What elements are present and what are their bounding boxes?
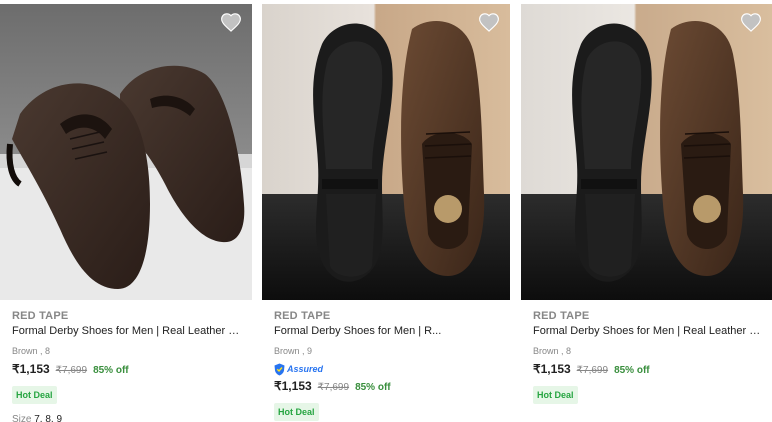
product-image[interactable] xyxy=(262,4,510,300)
wishlist-heart-icon[interactable] xyxy=(220,12,242,32)
product-info: RED TAPE Formal Derby Shoes for Men | Re… xyxy=(533,309,764,404)
hot-deal-badge: Hot Deal xyxy=(274,403,319,421)
hot-deal-badge: Hot Deal xyxy=(533,386,578,404)
price-row: ₹1,153 ₹7,699 85% off xyxy=(533,362,764,378)
discount-percent: 85% off xyxy=(355,382,391,393)
product-brand: RED TAPE xyxy=(12,310,69,322)
product-title[interactable]: Formal Derby Shoes for Men | Real Leathe… xyxy=(533,323,764,339)
size-label: Size xyxy=(12,414,32,422)
size-values: 7, 8, 9 xyxy=(34,414,63,422)
selling-price: ₹1,153 xyxy=(12,362,50,376)
product-image[interactable] xyxy=(521,4,772,300)
product-title[interactable]: Formal Derby Shoes for Men | Real Leathe… xyxy=(12,323,244,339)
product-info: RED TAPE Formal Derby Shoes for Men | Re… xyxy=(12,309,244,422)
product-info: RED TAPE Formal Derby Shoes for Men | R.… xyxy=(274,309,502,421)
product-variant: Brown , 8 xyxy=(533,346,572,356)
selling-price: ₹1,153 xyxy=(274,379,312,393)
assured-label: Assured xyxy=(287,364,324,374)
original-price: ₹7,699 xyxy=(317,382,350,393)
hot-deal-badge: Hot Deal xyxy=(12,386,57,404)
price-row: ₹1,153 ₹7,699 85% off xyxy=(12,362,244,378)
assured-badge: Assured xyxy=(274,362,502,376)
product-image[interactable] xyxy=(0,4,252,300)
product-brand: RED TAPE xyxy=(533,310,590,322)
discount-percent: 85% off xyxy=(93,365,129,376)
product-card[interactable]: RED TAPE Formal Derby Shoes for Men | R.… xyxy=(262,0,510,422)
discount-percent: 85% off xyxy=(614,365,650,376)
original-price: ₹7,699 xyxy=(55,365,88,376)
product-variant: Brown , 9 xyxy=(274,346,313,356)
size-options: Size 7, 8, 9 xyxy=(12,414,244,422)
wishlist-heart-icon[interactable] xyxy=(740,12,762,32)
product-variant: Brown , 8 xyxy=(12,346,51,356)
product-card[interactable]: RED TAPE Formal Derby Shoes for Men | Re… xyxy=(0,0,252,422)
assured-shield-icon xyxy=(274,363,285,375)
original-price: ₹7,699 xyxy=(576,365,609,376)
wishlist-heart-icon[interactable] xyxy=(478,12,500,32)
product-brand: RED TAPE xyxy=(274,310,331,322)
selling-price: ₹1,153 xyxy=(533,362,571,376)
product-title[interactable]: Formal Derby Shoes for Men | R... xyxy=(274,323,502,339)
price-row: ₹1,153 ₹7,699 85% off xyxy=(274,379,502,395)
product-card[interactable]: RED TAPE Formal Derby Shoes for Men | Re… xyxy=(521,0,772,422)
